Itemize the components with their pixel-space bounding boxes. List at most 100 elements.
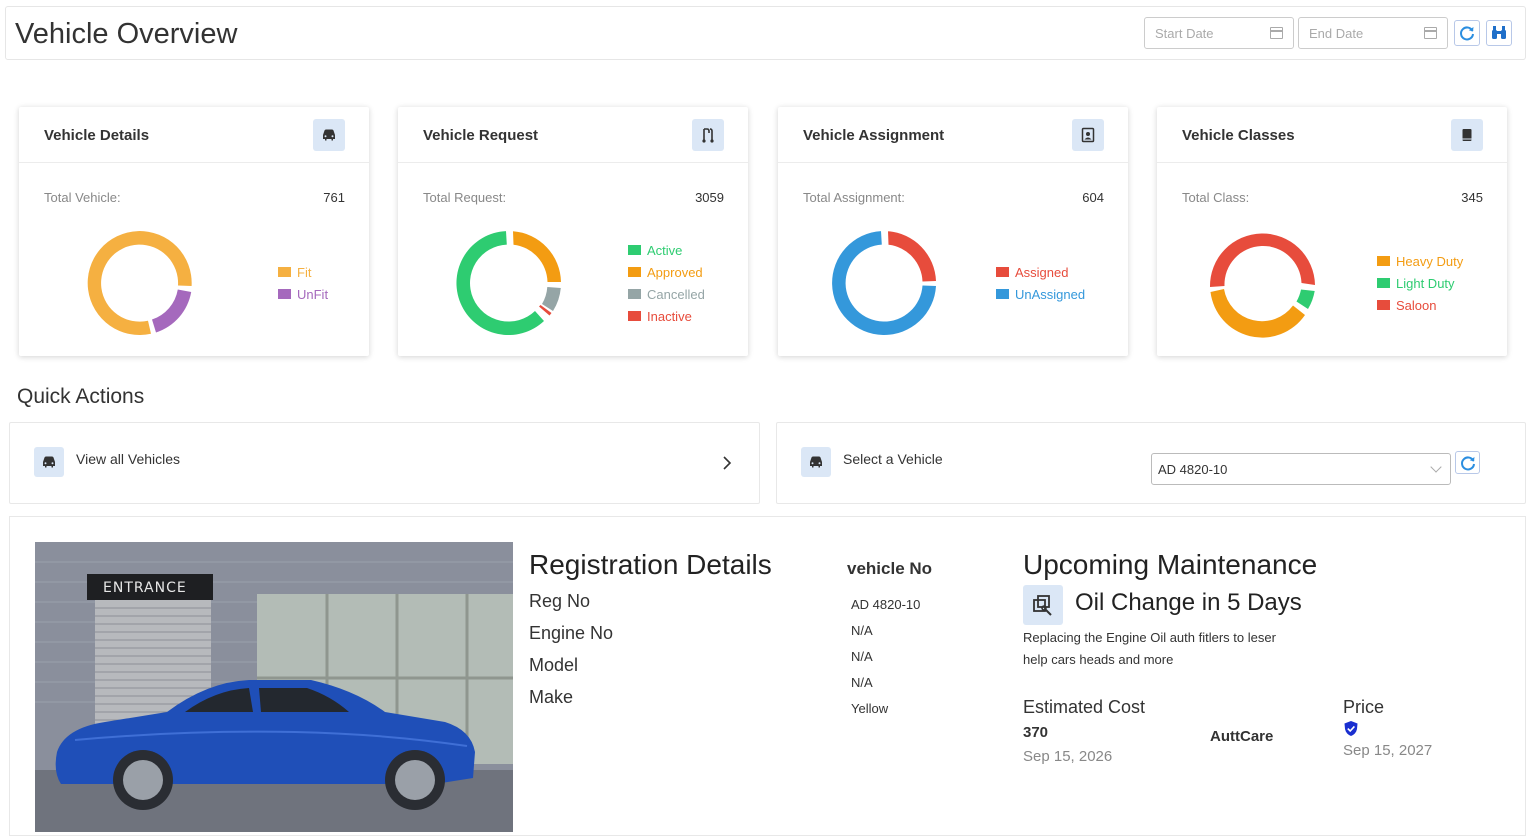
refresh-button[interactable] [1454,20,1480,46]
estimated-date: Sep 15, 2026 [1023,748,1113,765]
total-label: Total Vehicle: [44,190,121,205]
donut-chart [87,231,192,336]
make-label: Make [529,687,574,707]
chevron-right-icon[interactable] [722,456,732,470]
request-icon [692,119,724,151]
donut-chart [832,231,936,336]
refresh-icon [1460,26,1474,41]
refresh-vehicle-button[interactable] [1455,451,1480,474]
donut-segment-cancelled[interactable] [542,287,561,311]
total-value: 761 [323,190,345,205]
reg-no-value: AD 4820-10 [851,597,921,612]
total-value: 3059 [695,190,724,205]
start-date-placeholder: Start Date [1155,26,1214,41]
card-divider [1157,162,1507,163]
vehicle-no-title: vehicle No [847,559,933,578]
card-title: Vehicle Details [44,127,150,144]
card-title: Vehicle Request [423,127,539,144]
vehicle-details-card: Vehicle Details Total Vehicle: 761 Fit U… [19,107,369,356]
vehicle-photo: ENTRANCE [35,542,513,832]
car-icon [34,447,64,477]
select-vehicle-action: Select a Vehicle AD 4820-10 [776,422,1526,504]
legend-item[interactable]: Cancelled [628,283,705,305]
chevron-down-icon [1430,461,1442,473]
card-divider [778,162,1128,163]
legend-item[interactable]: Inactive [628,305,705,327]
upcoming-maintenance-title: Upcoming Maintenance [1023,549,1318,580]
donut-segment-light-duty[interactable] [1296,289,1315,310]
end-date-placeholder: End Date [1309,26,1364,41]
start-date-input[interactable]: Start Date [1144,17,1294,49]
total-label: Total Class: [1182,190,1250,205]
card-title: Vehicle Classes [1182,127,1295,144]
vehicle-select[interactable]: AD 4820-10 [1151,453,1451,485]
card-divider [398,162,748,163]
legend-item[interactable]: UnFit [278,283,328,305]
vehicle-select-value: AD 4820-10 [1158,462,1228,477]
legend-item[interactable]: Approved [628,261,705,283]
vehicle-detail-panel: ENTRANCE Registration Details Reg No Eng… [9,516,1526,836]
page-header: Vehicle Overview Start Date End Date [5,6,1526,60]
view-all-vehicles-label[interactable]: View all Vehicles [76,451,180,467]
total-label: Total Assignment: [803,190,905,205]
make-value: N/A [851,675,873,690]
estimated-cost-label: Estimated Cost [1023,697,1146,717]
car-icon [313,119,345,151]
total-label: Total Request: [423,190,507,205]
book-icon [1451,119,1483,151]
chart-legend: Fit UnFit [278,261,328,305]
page-title: Vehicle Overview [15,18,238,50]
calendar-icon [1270,27,1283,39]
refresh-icon [1460,456,1475,470]
maintenance-description: Replacing the Engine Oil auth fitlers to… [1023,630,1276,667]
view-all-vehicles-action[interactable]: View all Vehicles [9,422,760,504]
legend-item[interactable]: Fit [278,261,328,283]
shield-check-icon [1344,721,1358,736]
model-label: Model [529,655,579,675]
price-date: Sep 15, 2027 [1343,742,1433,759]
end-date-input[interactable]: End Date [1298,17,1448,49]
maintenance-icon [1023,585,1063,625]
legend-item[interactable]: Light Duty [1377,272,1463,294]
select-vehicle-label: Select a Vehicle [843,451,943,467]
card-title: Vehicle Assignment [803,127,945,144]
donut-chart [456,231,561,336]
search-button[interactable] [1486,20,1512,46]
engine-no-value: N/A [851,623,873,638]
donut-chart [1209,233,1315,338]
donut-segment-approved[interactable] [513,231,561,282]
car-icon [801,447,831,477]
price-label: Price [1343,697,1385,717]
chart-legend: Assigned UnAssigned [996,261,1085,305]
legend-item[interactable]: Assigned [996,261,1085,283]
legend-item[interactable]: Active [628,239,705,261]
chart-legend: Active Approved Cancelled Inactive [628,239,705,327]
registration-details-title: Registration Details [529,549,772,580]
quick-actions-title: Quick Actions [17,385,145,408]
donut-segment-fit[interactable] [152,289,192,333]
model-value: N/A [851,649,873,664]
legend-item[interactable]: Saloon [1377,294,1463,316]
total-value: 604 [1082,190,1104,205]
color-value: Yellow [851,701,889,716]
donut-segment-assigned[interactable] [888,231,936,282]
donut-segment-heavy-duty[interactable] [1210,289,1306,338]
provider-name: AuttCare [1210,728,1274,745]
legend-item[interactable]: Heavy Duty [1377,250,1463,272]
calendar-icon [1424,27,1437,39]
reg-no-label: Reg No [529,591,591,611]
total-value: 345 [1461,190,1483,205]
vehicle-request-card: Vehicle Request Total Request: 3059 Acti… [398,107,748,356]
chart-legend: Heavy Duty Light Duty Saloon [1377,250,1463,316]
legend-item[interactable]: UnAssigned [996,283,1085,305]
donut-segment-saloon[interactable] [1209,233,1315,287]
binoculars-icon [1492,26,1506,39]
assignment-icon [1072,119,1104,151]
vehicle-assignment-card: Vehicle Assignment Total Assignment: 604… [778,107,1128,356]
estimated-cost-value: 370 [1023,724,1049,741]
entrance-sign-text: ENTRANCE [103,580,187,596]
engine-no-label: Engine No [529,623,614,643]
card-divider [19,162,369,163]
vehicle-classes-card: Vehicle Classes Total Class: 345 Heavy D… [1157,107,1507,356]
maintenance-subtitle: Oil Change in 5 Days [1075,589,1302,616]
